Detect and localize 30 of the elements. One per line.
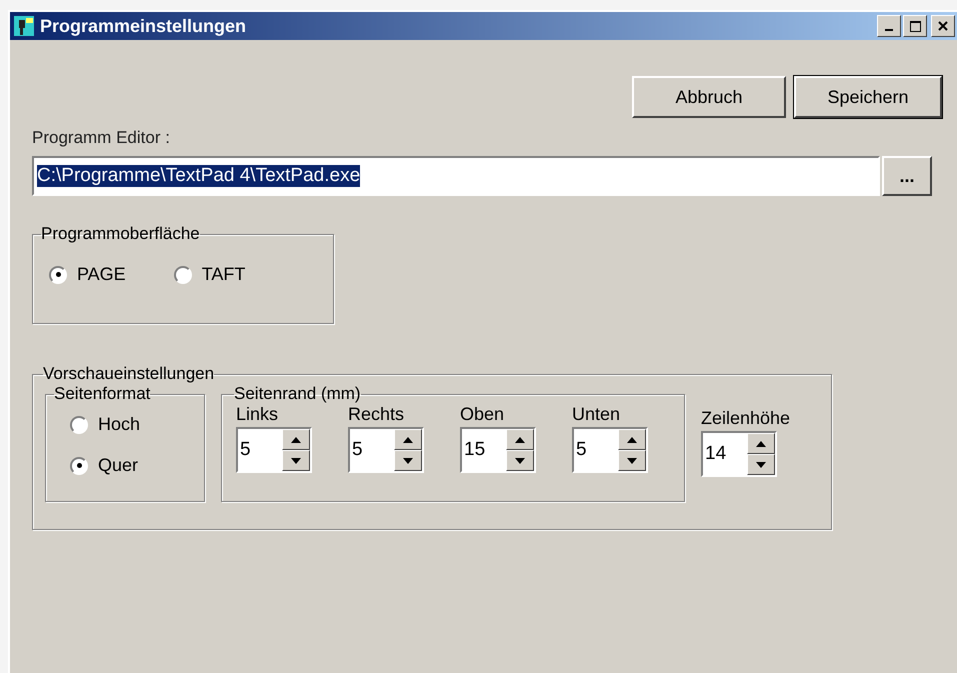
minimize-button[interactable]	[877, 15, 901, 37]
radio-option[interactable]: Quer	[70, 455, 180, 476]
browse-button[interactable]: ...	[882, 156, 932, 196]
field-label: Programm Editor :	[32, 128, 171, 148]
field-label: Zeilenhöhe	[701, 408, 790, 429]
close-button[interactable]	[931, 15, 955, 37]
radio-option[interactable]: PAGE	[49, 264, 126, 285]
radio-button[interactable]	[49, 266, 67, 284]
radio-button[interactable]	[70, 456, 88, 474]
window-title: Programmeinstellungen	[40, 16, 248, 36]
maximize-button[interactable]	[903, 15, 927, 37]
path-field[interactable]: C:\Programme\TextPad 4\TextPad.exe	[32, 156, 880, 196]
app-icon	[14, 16, 34, 36]
dialog-button[interactable]: Speichern	[794, 76, 942, 118]
group-title: Seitenformat	[54, 384, 150, 404]
radio-button[interactable]	[70, 416, 88, 434]
radio-option[interactable]: Hoch	[70, 414, 180, 435]
group-title: Programmoberfläche	[41, 224, 200, 244]
radio-button[interactable]	[174, 266, 192, 284]
field-label: Links	[236, 404, 280, 425]
dialog-button[interactable]: Abbruch	[632, 76, 786, 118]
maximize-icon	[910, 20, 920, 32]
close-icon	[938, 21, 948, 31]
group-title: Seitenrand (mm)	[234, 384, 361, 404]
group-title: Vorschaueinstellungen	[43, 364, 214, 384]
minimize-icon	[885, 29, 893, 31]
field-label: Oben	[460, 404, 506, 425]
radio-option[interactable]: TAFT	[174, 264, 246, 285]
field-label: Rechts	[348, 404, 406, 425]
field-label: Unten	[572, 404, 622, 425]
